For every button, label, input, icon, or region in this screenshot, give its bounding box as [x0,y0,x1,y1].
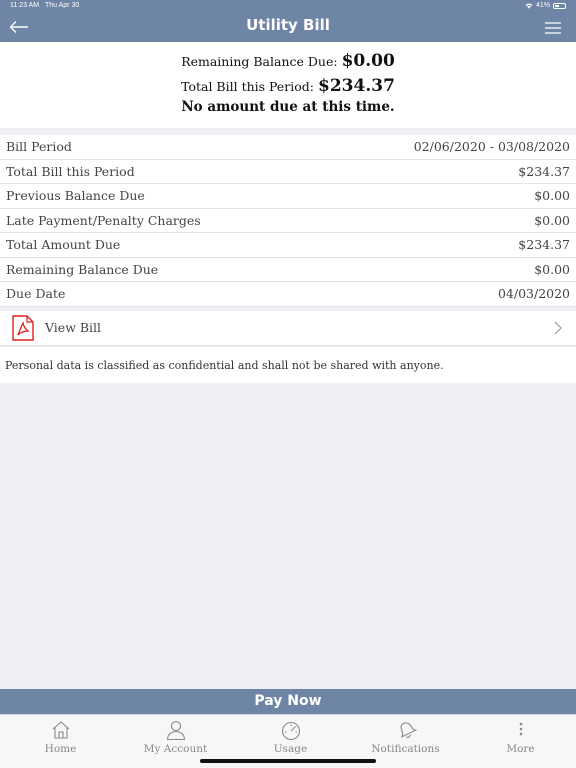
more-icon [519,722,522,736]
section-divider [0,128,576,134]
status-bar: 11:23 AM Thu Apr 30 41% [0,0,576,13]
nav-bar: Utility Bill [0,13,576,42]
gauge-icon [281,721,300,741]
tab-notifications[interactable]: Notifications [348,715,463,761]
tab-more[interactable]: More [463,715,576,761]
tab-usage[interactable]: Usage [233,715,348,761]
disclaimer-text: Personal data is classified as confident… [5,359,444,372]
hamburger-menu-icon[interactable] [544,21,562,35]
total-bill-line: Total Bill this Period: $234.37 [0,76,576,96]
battery-icon [553,2,566,9]
tab-more-label: More [506,743,535,755]
bill-details-table: Bill Period 02/06/2020 - 03/08/2020 Total … [0,135,576,307]
detail-value: $0.00 [534,212,570,228]
battery-percent: 41% [535,2,550,9]
detail-label: Total Amount Due [6,237,121,253]
detail-value: 04/03/2020 [497,286,570,302]
detail-label: Due Date [6,286,66,302]
detail-row: Remaining Balance Due $0.00 [0,258,576,282]
status-time: 11:23 AM [10,2,40,9]
view-bill-button[interactable]: View Bill [0,311,576,346]
bell-icon [400,722,417,738]
detail-value: $234.37 [518,163,570,179]
pay-now-button[interactable]: Pay Now [0,689,576,714]
tab-my-account[interactable]: My Account [118,715,233,761]
detail-value: $0.00 [534,188,570,204]
tab-usage-label: Usage [273,743,308,755]
tab-notifications-label: Notifications [371,743,440,755]
detail-label: Remaining Balance Due [6,261,159,277]
status-right: 41% [525,2,566,9]
detail-value: $0.00 [534,261,570,277]
user-icon [166,720,185,741]
detail-label: Total Bill this Period [6,163,135,179]
amount-due-message: No amount due at this time. [181,99,395,115]
wifi-icon [525,3,533,9]
detail-row: Bill Period 02/06/2020 - 03/08/2020 [0,135,576,160]
detail-row: Total Amount Due $234.37 [0,233,576,258]
detail-value: $234.37 [518,237,570,253]
remaining-balance-label: Remaining Balance Due: [181,54,338,69]
total-bill-label: Total Bill this Period: [181,79,315,94]
detail-label: Previous Balance Due [6,188,145,204]
home-icon [52,721,69,739]
detail-row: Previous Balance Due $0.00 [0,184,576,209]
detail-row: Late Payment/Penalty Charges $0.00 [0,209,576,233]
detail-row: Total Bill this Period $234.37 [0,160,576,184]
remaining-balance-line: Remaining Balance Due: $0.00 [0,51,576,71]
chevron-right-icon [554,321,562,335]
tab-home-label: Home [44,743,77,755]
tab-my-account-label: My Account [143,743,208,755]
tab-home[interactable]: Home [3,715,118,761]
view-bill-label: View Bill [45,320,102,335]
detail-row: Due Date 04/03/2020 [0,282,576,307]
remaining-balance-value: $0.00 [341,51,395,71]
balance-summary: Remaining Balance Due: $0.00 Total Bill t… [0,42,576,128]
pdf-icon [12,315,34,341]
total-bill-value: $234.37 [318,76,395,96]
page-title: Utility Bill [246,16,330,34]
detail-label: Bill Period [6,139,72,155]
home-indicator [200,759,376,763]
privacy-disclaimer: Personal data is classified as confident… [0,347,576,383]
status-date: Thu Apr 30 [45,2,80,9]
detail-label: Late Payment/Penalty Charges [6,212,201,228]
detail-value: 02/06/2020 - 03/08/2020 [413,139,570,155]
